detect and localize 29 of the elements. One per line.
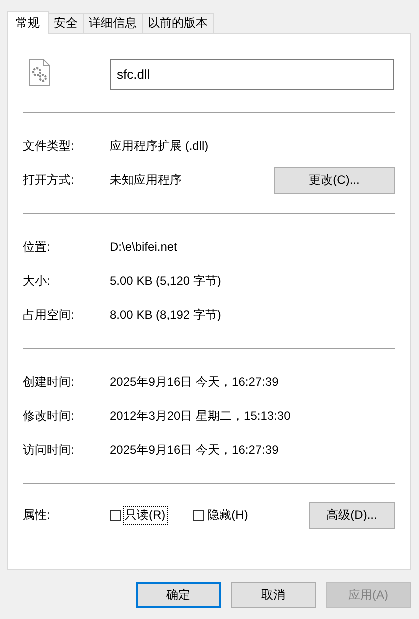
property-value: 应用程序扩展 (.dll) <box>110 138 210 154</box>
dialog-button[interactable]: 取消 <box>231 582 316 608</box>
property-value: 8.00 KB (8,192 字节) <box>110 306 222 324</box>
advanced-button[interactable]: 高级(D)... <box>309 502 395 528</box>
property-value: 2012年3月20日 星期二，15:13:30 <box>110 408 292 424</box>
checkbox[interactable] <box>192 510 204 520</box>
property-label: 文件类型: <box>23 138 76 154</box>
property-label: 访问时间: <box>23 442 76 458</box>
property-label: 大小: <box>23 272 52 290</box>
change-button[interactable]: 更改(C)... <box>274 166 395 194</box>
tab[interactable]: 以前的版本 <box>142 13 214 33</box>
dialog-button[interactable]: 确定 <box>136 582 221 608</box>
property-label: 创建时间: <box>23 374 76 390</box>
property-label: 打开方式: <box>23 172 76 188</box>
property-label: 占用空间: <box>23 306 76 324</box>
checkbox-label[interactable]: 只读(R) <box>123 506 168 524</box>
property-value: 2025年9月16日 今天，16:27:39 <box>110 374 280 390</box>
tab[interactable]: 常规 <box>7 11 49 34</box>
file-name-field[interactable]: sfc.dll <box>110 58 394 90</box>
property-label: 修改时间: <box>23 408 76 424</box>
checkbox[interactable] <box>110 510 121 520</box>
property-value: D:\e\bifei.net <box>110 240 178 254</box>
checkbox-label[interactable]: 隐藏(H) <box>206 506 250 524</box>
property-value: 2025年9月16日 今天，16:27:39 <box>110 442 280 458</box>
attributes-label: 属性: <box>23 506 52 524</box>
file-gears-icon <box>29 58 51 86</box>
property-value: 未知应用程序 <box>110 172 183 188</box>
property-label: 位置: <box>23 238 52 256</box>
property-value: 5.00 KB (5,120 字节) <box>110 272 222 290</box>
